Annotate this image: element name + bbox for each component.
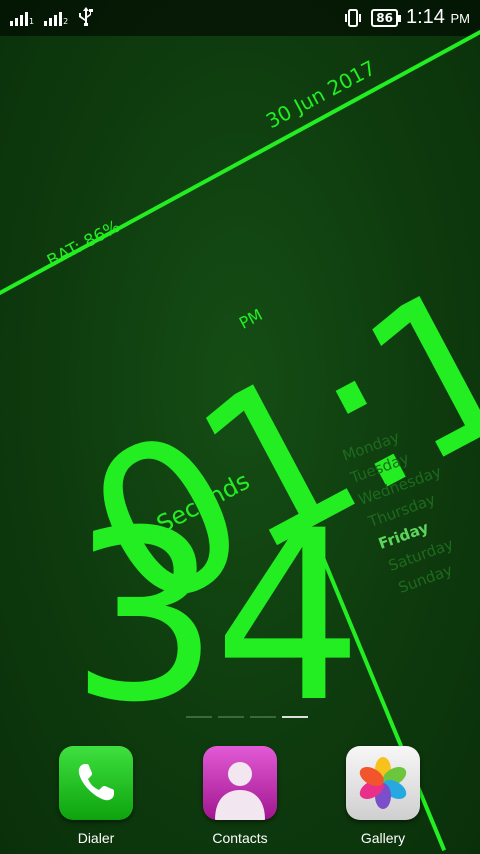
sim1-signal: 1 xyxy=(10,8,34,26)
signal-icon xyxy=(44,8,63,26)
flower-icon xyxy=(346,746,420,820)
page-dot xyxy=(250,716,276,718)
page-dot xyxy=(186,716,212,718)
usb-icon xyxy=(79,7,94,26)
vibrate-icon xyxy=(345,8,362,27)
dialer-app[interactable]: Dialer xyxy=(46,746,146,846)
app-label: Dialer xyxy=(77,830,115,846)
app-label: Gallery xyxy=(360,830,406,846)
battery-icon: 86 xyxy=(371,8,401,27)
contacts-app[interactable]: Contacts xyxy=(190,746,290,846)
contact-icon xyxy=(203,746,277,820)
phone-icon xyxy=(59,746,133,820)
gallery-app[interactable]: Gallery xyxy=(333,746,433,846)
app-dock: Dialer Contacts Gallery xyxy=(0,740,480,854)
page-dot xyxy=(218,716,244,718)
page-dot-active xyxy=(282,716,308,718)
status-bar: 1 2 86 1:14 PM xyxy=(0,0,480,36)
app-label: Contacts xyxy=(212,830,268,846)
signal-icon xyxy=(10,8,28,26)
sim1-label: 1 xyxy=(29,17,35,26)
sim2-signal: 2 xyxy=(44,8,68,26)
sim2-label: 2 xyxy=(63,17,69,26)
page-indicator xyxy=(186,716,308,718)
status-time: 1:14 PM xyxy=(406,6,470,28)
